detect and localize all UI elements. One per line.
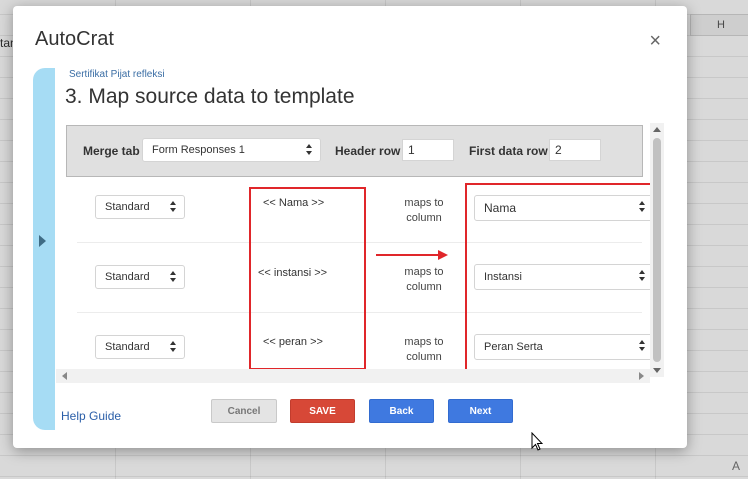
annotation-box-columns (465, 183, 662, 376)
mapping-type-select[interactable]: Standard (95, 335, 185, 359)
select-arrows-icon (306, 144, 312, 156)
close-icon[interactable]: × (649, 31, 661, 51)
next-button[interactable]: Next (448, 399, 513, 423)
header-row-label: Header row (335, 144, 401, 158)
merge-tab-label: Merge tab (83, 144, 140, 158)
vertical-scrollbar[interactable] (650, 123, 664, 377)
expand-arrow-icon[interactable] (39, 235, 46, 247)
first-data-row-label: First data row (469, 144, 548, 158)
mapping-type-select[interactable]: Standard (95, 265, 185, 289)
annotation-box-tags (249, 187, 366, 370)
mapping-type-value: Standard (105, 271, 150, 283)
mapping-type-value: Standard (105, 201, 150, 213)
mapping-panel: Merge tab Form Responses 1 Header row 1 … (62, 117, 666, 392)
save-button[interactable]: SAVE (290, 399, 355, 423)
help-guide-link[interactable]: Help Guide (61, 409, 121, 423)
select-arrows-icon (170, 201, 176, 213)
maps-to-label: maps to column (404, 266, 444, 293)
mouse-cursor-icon (531, 432, 543, 451)
maps-to-label: maps to column (404, 197, 444, 224)
merge-tab-select[interactable]: Form Responses 1 (142, 138, 321, 162)
header-row-input[interactable]: 1 (402, 139, 454, 161)
maps-to-label: maps to column (404, 336, 444, 363)
step-title: 3. Map source data to template (65, 85, 355, 108)
scrollbar-thumb[interactable] (653, 138, 661, 362)
autocrat-dialog: AutoCrat × Sertifikat Pijat refleksi 3. … (13, 6, 687, 448)
scroll-up-icon[interactable] (653, 127, 661, 132)
side-rail[interactable] (33, 68, 55, 430)
back-button[interactable]: Back (369, 399, 434, 423)
scroll-down-icon[interactable] (653, 368, 661, 373)
horizontal-scrollbar[interactable] (56, 369, 650, 383)
cancel-button[interactable]: Cancel (211, 399, 277, 423)
select-arrows-icon (170, 271, 176, 283)
merge-bar: Merge tab Form Responses 1 Header row 1 … (66, 125, 643, 177)
mapping-type-value: Standard (105, 341, 150, 353)
first-data-row-input[interactable]: 2 (549, 139, 601, 161)
mapping-type-select[interactable]: Standard (95, 195, 185, 219)
breadcrumb: Sertifikat Pijat refleksi (69, 69, 165, 80)
scroll-left-icon[interactable] (62, 372, 67, 380)
merge-tab-value: Form Responses 1 (152, 144, 245, 156)
select-arrows-icon (170, 341, 176, 353)
scroll-right-icon[interactable] (639, 372, 644, 380)
dialog-title: AutoCrat (35, 28, 114, 50)
red-arrow-annotation (376, 250, 448, 260)
